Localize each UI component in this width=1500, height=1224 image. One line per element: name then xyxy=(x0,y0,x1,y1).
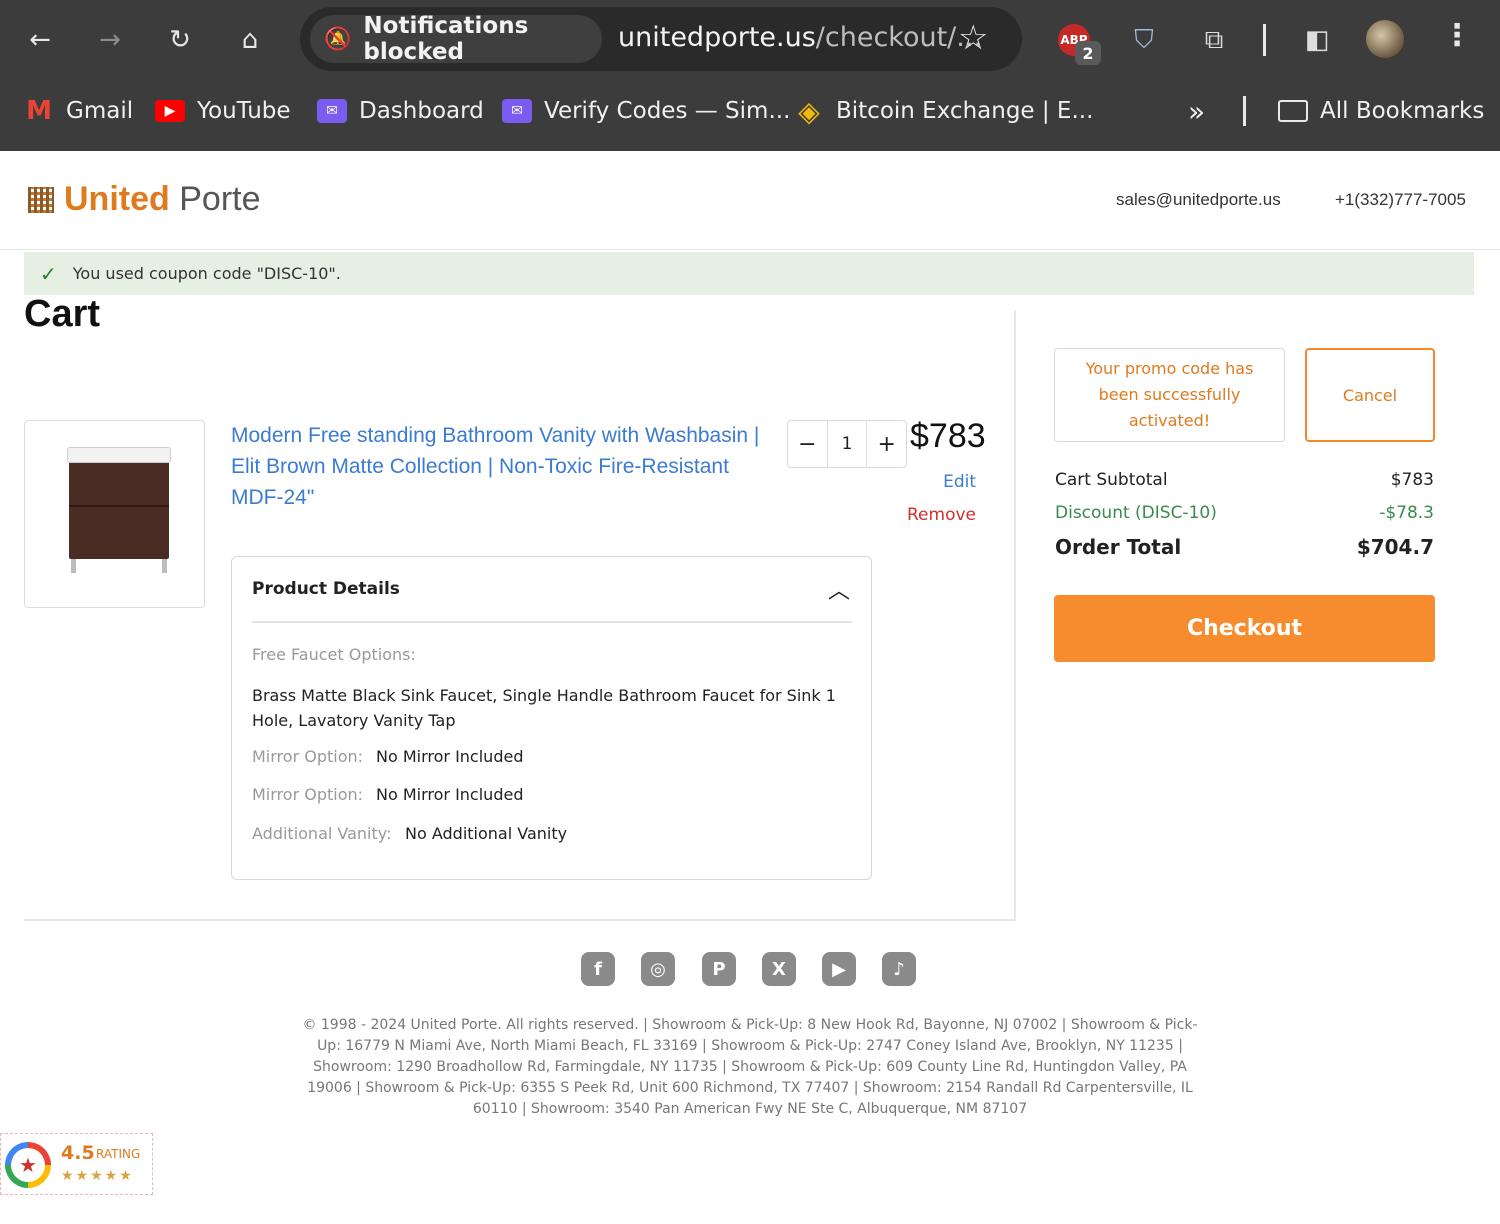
rating-stars: ★★★★★ xyxy=(61,1168,134,1184)
bookmark-gmail[interactable]: M Gmail xyxy=(24,94,133,128)
order-total-label: Order Total xyxy=(1055,535,1182,559)
logo-word-porte: Porte xyxy=(179,180,261,218)
bell-off-icon: 🔕 xyxy=(324,26,352,52)
reload-icon[interactable]: ↻ xyxy=(160,20,200,60)
x-icon[interactable]: X xyxy=(762,952,796,986)
bookmark-label: YouTube xyxy=(197,98,291,124)
cancel-promo-button[interactable]: Cancel xyxy=(1305,348,1435,442)
product-details-panel: Product Details ︿ Free Faucet Options: B… xyxy=(231,556,872,880)
bookmark-label: Dashboard xyxy=(359,98,484,124)
remove-item-link[interactable]: Remove xyxy=(907,505,976,525)
rating-score: 4.5 xyxy=(61,1142,95,1164)
details-divider xyxy=(252,621,852,623)
rating-badge[interactable]: ★ 4.5 RATING ★★★★★ xyxy=(0,1133,153,1195)
notifications-blocked-chip[interactable]: 🔕 Notifications blocked xyxy=(310,13,602,65)
shield-extension-icon[interactable]: ⛉ xyxy=(1124,20,1164,60)
increase-quantity-button[interactable]: + xyxy=(867,421,906,467)
page-title: Cart xyxy=(24,293,101,335)
column-divider xyxy=(1014,310,1016,920)
youtube-icon[interactable]: ▶ xyxy=(822,952,856,986)
binance-icon: ◈ xyxy=(798,94,820,128)
bookmark-verify-codes[interactable]: ✉ Verify Codes — Sim... xyxy=(502,94,790,128)
promo-success-message: Your promo code has been successfully ac… xyxy=(1054,348,1285,442)
youtube-icon: ▶ xyxy=(155,100,185,122)
all-bookmarks-label: All Bookmarks xyxy=(1320,98,1485,124)
proton-icon: ✉ xyxy=(502,99,532,123)
bookmarks-overflow-icon[interactable]: » xyxy=(1188,94,1205,128)
all-bookmarks-folder[interactable]: All Bookmarks xyxy=(1278,94,1484,128)
gmail-icon: M xyxy=(26,96,52,126)
folder-icon xyxy=(1278,100,1308,122)
product-details-heading[interactable]: Product Details xyxy=(252,579,400,599)
vanity-basin-image xyxy=(67,447,171,463)
mirror-option-value: No Mirror Included xyxy=(376,747,524,766)
item-price: $783 xyxy=(910,417,986,455)
footer-copyright-addresses: © 1998 - 2024 United Porte. All rights r… xyxy=(302,1017,1198,1117)
bookmark-youtube[interactable]: ▶ YouTube xyxy=(155,94,291,128)
subtotal-label: Cart Subtotal xyxy=(1055,470,1168,490)
proton-icon: ✉ xyxy=(317,99,347,123)
facebook-icon[interactable]: f xyxy=(581,952,615,986)
subtotal-value: $783 xyxy=(1390,470,1434,490)
bookmark-bitcoin-exchange[interactable]: ◈ Bitcoin Exchange | E... xyxy=(794,94,1093,128)
mirror-option-label: Mirror Option: xyxy=(252,747,364,766)
bookmark-star-icon[interactable]: ☆ xyxy=(958,18,988,58)
bookmark-label: Gmail xyxy=(66,98,134,124)
faucet-option-value: Brass Matte Black Sink Faucet, Single Ha… xyxy=(252,686,836,730)
product-thumbnail[interactable] xyxy=(24,420,205,608)
vanity-cabinet-image xyxy=(69,461,169,559)
checkmark-icon: ✓ xyxy=(40,261,57,286)
contact-phone[interactable]: +1(332)777-7005 xyxy=(1335,190,1466,210)
coupon-notice-text: You used coupon code "DISC-10". xyxy=(72,264,341,283)
rating-label: RATING xyxy=(96,1147,141,1161)
faucet-option-label: Free Faucet Options: xyxy=(252,645,416,664)
quantity-input[interactable]: 1 xyxy=(826,421,868,467)
vanity-leg xyxy=(71,559,76,573)
edit-item-link[interactable]: Edit xyxy=(943,472,976,492)
logo-word-united: United xyxy=(64,180,170,218)
rating-seal-icon: ★ xyxy=(5,1142,51,1188)
coupon-success-notice: ✓ You used coupon code "DISC-10". xyxy=(24,252,1474,295)
additional-vanity-label: Additional Vanity: xyxy=(252,824,392,843)
mirror-option-label: Mirror Option: xyxy=(252,785,364,804)
url-host: unitedporte.us xyxy=(618,22,816,53)
product-title-link[interactable]: Modern Free standing Bathroom Vanity wit… xyxy=(231,420,776,513)
logo-grid-icon xyxy=(28,186,54,213)
vanity-leg xyxy=(162,559,167,573)
menu-kebab-icon[interactable]: ⋮ xyxy=(1442,18,1472,53)
contact-email[interactable]: sales@unitedporte.us xyxy=(1116,190,1281,210)
extensions-puzzle-icon[interactable]: ⧉ xyxy=(1194,20,1234,60)
pinterest-icon[interactable]: P xyxy=(702,952,736,986)
header-divider xyxy=(0,249,1500,250)
chevron-up-icon[interactable]: ︿ xyxy=(828,573,850,605)
order-total-value: $704.7 xyxy=(1356,535,1434,559)
quantity-stepper: − 1 + xyxy=(787,420,907,468)
mirror-option-value: No Mirror Included xyxy=(376,785,524,804)
discount-label: Discount (DISC-10) xyxy=(1055,503,1217,523)
checkout-button[interactable]: Checkout xyxy=(1054,595,1435,662)
tiktok-icon[interactable]: ♪ xyxy=(882,952,916,986)
decrease-quantity-button[interactable]: − xyxy=(788,421,827,467)
profile-avatar[interactable] xyxy=(1366,20,1404,58)
discount-value: -$78.3 xyxy=(1379,503,1434,523)
additional-vanity-value: No Additional Vanity xyxy=(405,824,568,843)
instagram-icon[interactable]: ◎ xyxy=(641,952,675,986)
url-text[interactable]: unitedporte.us/checkout/... xyxy=(618,22,982,53)
extension-badge: 2 xyxy=(1075,41,1101,65)
bookmarks-divider xyxy=(1243,96,1246,126)
vanity-drawer-line xyxy=(69,505,169,507)
toolbar-divider xyxy=(1263,24,1266,56)
united-porte-logo[interactable]: United Porte xyxy=(28,180,261,219)
cart-bottom-divider xyxy=(24,919,1016,921)
bookmark-dashboard[interactable]: ✉ Dashboard xyxy=(317,94,484,128)
side-panel-icon[interactable]: ◧ xyxy=(1297,20,1337,60)
bookmark-label: Verify Codes — Sim... xyxy=(544,98,791,124)
forward-icon[interactable]: → xyxy=(90,20,130,60)
home-icon[interactable]: ⌂ xyxy=(230,20,270,60)
notifications-blocked-label: Notifications blocked xyxy=(363,13,529,65)
bookmark-label: Bitcoin Exchange | E... xyxy=(836,98,1094,124)
back-icon[interactable]: ← xyxy=(20,20,60,60)
